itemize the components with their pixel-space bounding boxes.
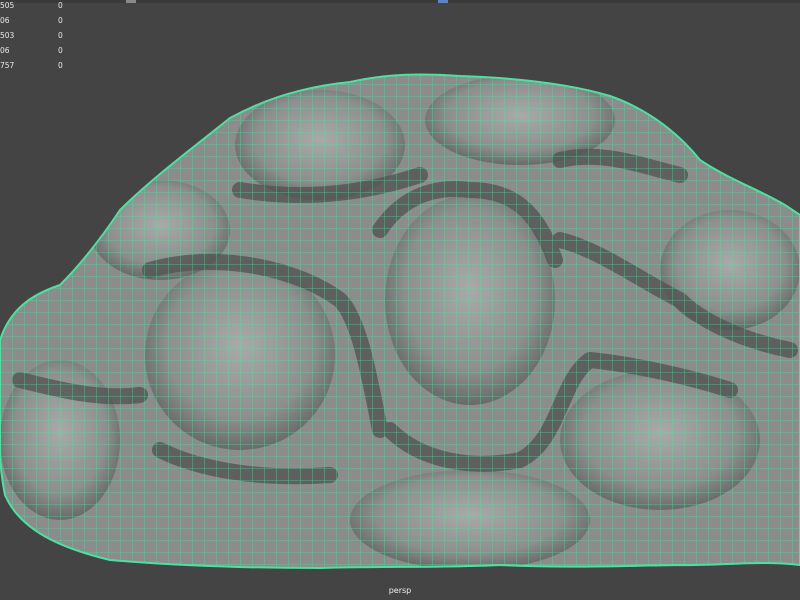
hud-value: 0: [58, 61, 63, 70]
hud-label: 06: [0, 16, 10, 25]
hud-label: 505: [0, 1, 15, 10]
hud-label: 503: [0, 31, 15, 40]
hud-row: 06 0: [0, 16, 70, 31]
viewport-panel[interactable]: 505 0 06 0 503 0 06 0 757 0 persp: [0, 0, 800, 600]
hud-label: 757: [0, 61, 15, 70]
hud-row: 06 0: [0, 46, 70, 61]
heads-up-display: 505 0 06 0 503 0 06 0 757 0: [0, 1, 70, 76]
hud-value: 0: [58, 1, 63, 10]
camera-name-label: persp: [388, 586, 412, 595]
hud-row: 503 0: [0, 31, 70, 46]
hud-row: 757 0: [0, 61, 70, 76]
hud-value: 0: [58, 31, 63, 40]
hud-label: 06: [0, 46, 10, 55]
hud-value: 0: [58, 16, 63, 25]
hud-row: 505 0: [0, 1, 70, 16]
hud-value: 0: [58, 46, 63, 55]
mesh-object[interactable]: [0, 0, 800, 600]
